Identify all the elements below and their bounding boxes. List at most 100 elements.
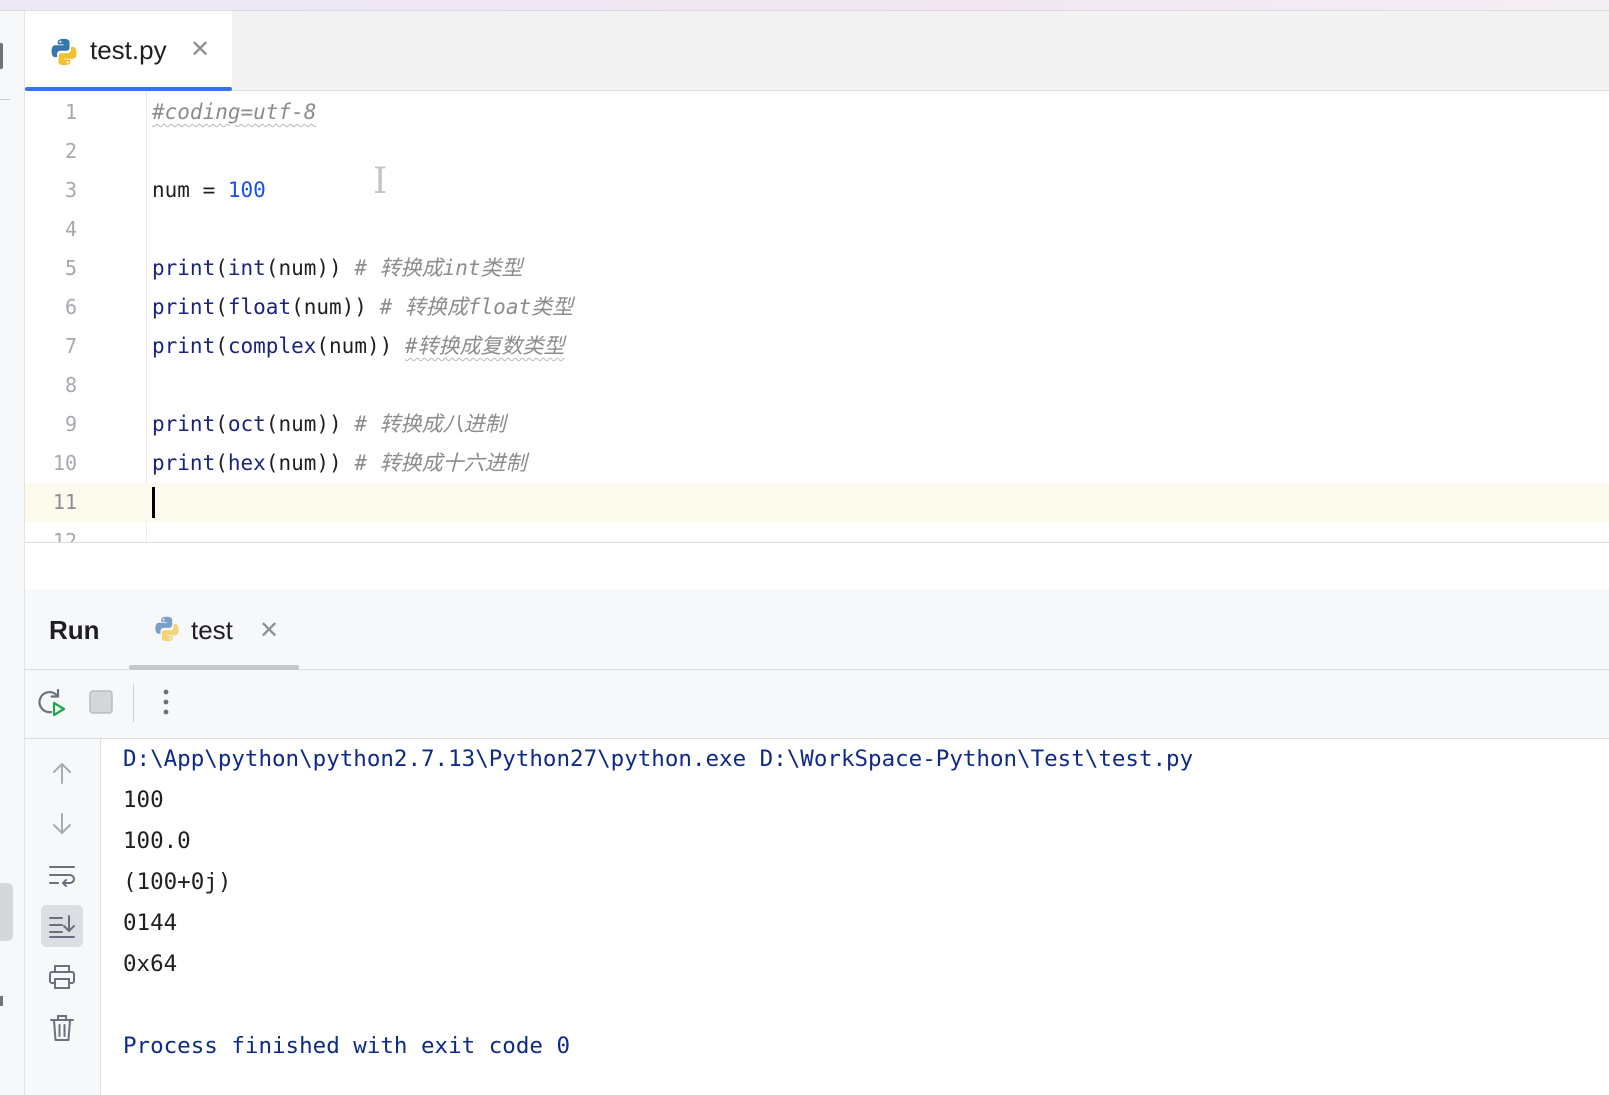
code-text: print(oct(num)) # 转换成八进制	[152, 405, 506, 444]
code-builtin: int	[227, 256, 266, 280]
soft-wrap-icon	[49, 866, 75, 887]
scroll-down-button[interactable]	[41, 803, 83, 845]
scroll-up-icon	[53, 763, 71, 784]
more-icon	[163, 689, 169, 715]
code-line-4[interactable]: 4	[25, 210, 1609, 249]
soft-wrap-button[interactable]	[41, 854, 83, 896]
code-function: print	[152, 451, 216, 475]
code-args: (num))	[265, 412, 342, 436]
editor-tab-test-py[interactable]: test.py ✕	[25, 11, 232, 91]
code-args: (num))	[291, 295, 367, 319]
run-panel-header: Run test ✕	[25, 589, 1609, 670]
code-line-9[interactable]: 9 print(oct(num)) # 转换成八进制	[25, 405, 1609, 444]
close-tab-icon[interactable]: ✕	[190, 35, 210, 64]
clear-all-button[interactable]	[41, 1007, 83, 1049]
line-number: 8	[64, 373, 77, 397]
code-args: (num))	[316, 334, 393, 358]
console-output-line: 0x64	[123, 951, 178, 977]
tool-strip-divider	[0, 99, 10, 100]
code-paren: (	[215, 256, 228, 280]
console-output-line: (100+0j)	[123, 869, 232, 895]
line-number: 12	[52, 529, 77, 542]
run-tab-title: test	[191, 615, 233, 645]
run-tab-test[interactable]: test ✕	[129, 589, 299, 670]
line-number: 1	[64, 100, 77, 124]
code-builtin: oct	[227, 412, 266, 436]
code-builtin: float	[227, 295, 292, 319]
code-text: print(float(num)) # 转换成float类型	[152, 288, 573, 327]
scroll-to-end-icon	[49, 915, 75, 938]
run-console[interactable]: D:\App\python\python2.7.13\Python27\pyth…	[101, 739, 1609, 1095]
close-run-tab-icon[interactable]: ✕	[259, 616, 279, 645]
code-args: (num))	[265, 256, 342, 280]
rerun-button[interactable]	[33, 684, 69, 720]
clear-all-icon	[50, 1015, 74, 1041]
code-line-8[interactable]: 8	[25, 366, 1609, 405]
code-function: print	[152, 256, 216, 280]
console-side-toolbar	[25, 739, 101, 1095]
code-variable: num =	[152, 178, 228, 202]
line-number: 6	[64, 295, 77, 319]
code-paren: (	[215, 412, 228, 436]
code-text: num = 100	[152, 171, 266, 210]
code-builtin: hex	[227, 451, 266, 475]
code-text: #coding=utf-8	[152, 93, 316, 132]
toolbar-divider	[133, 684, 134, 722]
more-actions-button[interactable]	[148, 684, 184, 720]
scroll-down-icon	[53, 813, 71, 834]
code-function: print	[152, 412, 216, 436]
code-line-10[interactable]: 10 print(hex(num)) # 转换成十六进制	[25, 444, 1609, 483]
code-builtin: complex	[227, 334, 317, 358]
console-output-line: 0144	[123, 910, 178, 936]
code-paren: (	[215, 451, 228, 475]
code-comment: # 转换成float类型	[379, 295, 574, 319]
code-comment: # 转换成十六进制	[354, 451, 527, 475]
line-number: 10	[52, 451, 77, 475]
code-line-6[interactable]: 6 print(float(num)) # 转换成float类型	[25, 288, 1609, 327]
code-text: print(complex(num)) #转换成复数类型	[152, 327, 565, 366]
code-comment: # 转换成int类型	[354, 256, 523, 280]
scroll-to-end-button[interactable]	[41, 905, 83, 947]
editor-panel-divider[interactable]	[25, 542, 1609, 590]
code-function: print	[152, 334, 216, 358]
console-command-line: D:\App\python\python2.7.13\Python27\pyth…	[123, 746, 1194, 772]
stop-button[interactable]	[83, 684, 119, 720]
rerun-icon	[38, 688, 66, 717]
left-tool-strip	[0, 11, 25, 1095]
code-line-3[interactable]: 3 num = 100	[25, 171, 1609, 210]
active-tool-marker[interactable]	[0, 883, 13, 941]
line-number: 7	[64, 334, 77, 358]
line-number: 11	[52, 490, 77, 514]
text-caret	[152, 487, 155, 518]
run-toolbar	[25, 670, 1609, 739]
code-text: print(hex(num)) # 转换成十六进制	[152, 444, 527, 483]
code-line-5[interactable]: 5 print(int(num)) # 转换成int类型	[25, 249, 1609, 288]
code-line-12[interactable]: 12	[25, 522, 1609, 542]
code-line-11-current[interactable]: 11	[25, 483, 1609, 522]
code-number: 100	[227, 178, 266, 202]
print-button[interactable]	[41, 956, 83, 998]
run-panel-title: Run	[49, 615, 100, 645]
code-paren: (	[215, 334, 228, 358]
code-line-7[interactable]: 7 print(complex(num)) #转换成复数类型	[25, 327, 1609, 366]
console-exit-message: Process finished with exit code 0	[123, 1033, 571, 1059]
python-file-icon	[51, 38, 77, 66]
code-paren: (	[215, 295, 228, 319]
print-icon	[49, 965, 75, 989]
code-function: print	[152, 295, 216, 319]
window-top-strip	[0, 0, 1609, 11]
project-tool-marker[interactable]	[0, 43, 3, 69]
line-number: 9	[64, 412, 77, 436]
scroll-up-button[interactable]	[41, 752, 83, 794]
code-line-2[interactable]: 2	[25, 132, 1609, 171]
line-number: 3	[64, 178, 77, 202]
code-editor[interactable]: I 1 #coding=utf-8 2 3 num = 100 4 5 prin…	[25, 91, 1609, 542]
code-line-1[interactable]: 1 #coding=utf-8	[25, 93, 1609, 132]
tool-strip-marker[interactable]	[0, 996, 3, 1006]
console-output-line: 100	[123, 787, 164, 813]
python-run-icon	[155, 616, 179, 642]
code-args: (num))	[265, 451, 342, 475]
code-comment: # 转换成八进制	[354, 412, 506, 436]
code-comment: #转换成复数类型	[404, 334, 565, 358]
line-number: 5	[64, 256, 77, 280]
